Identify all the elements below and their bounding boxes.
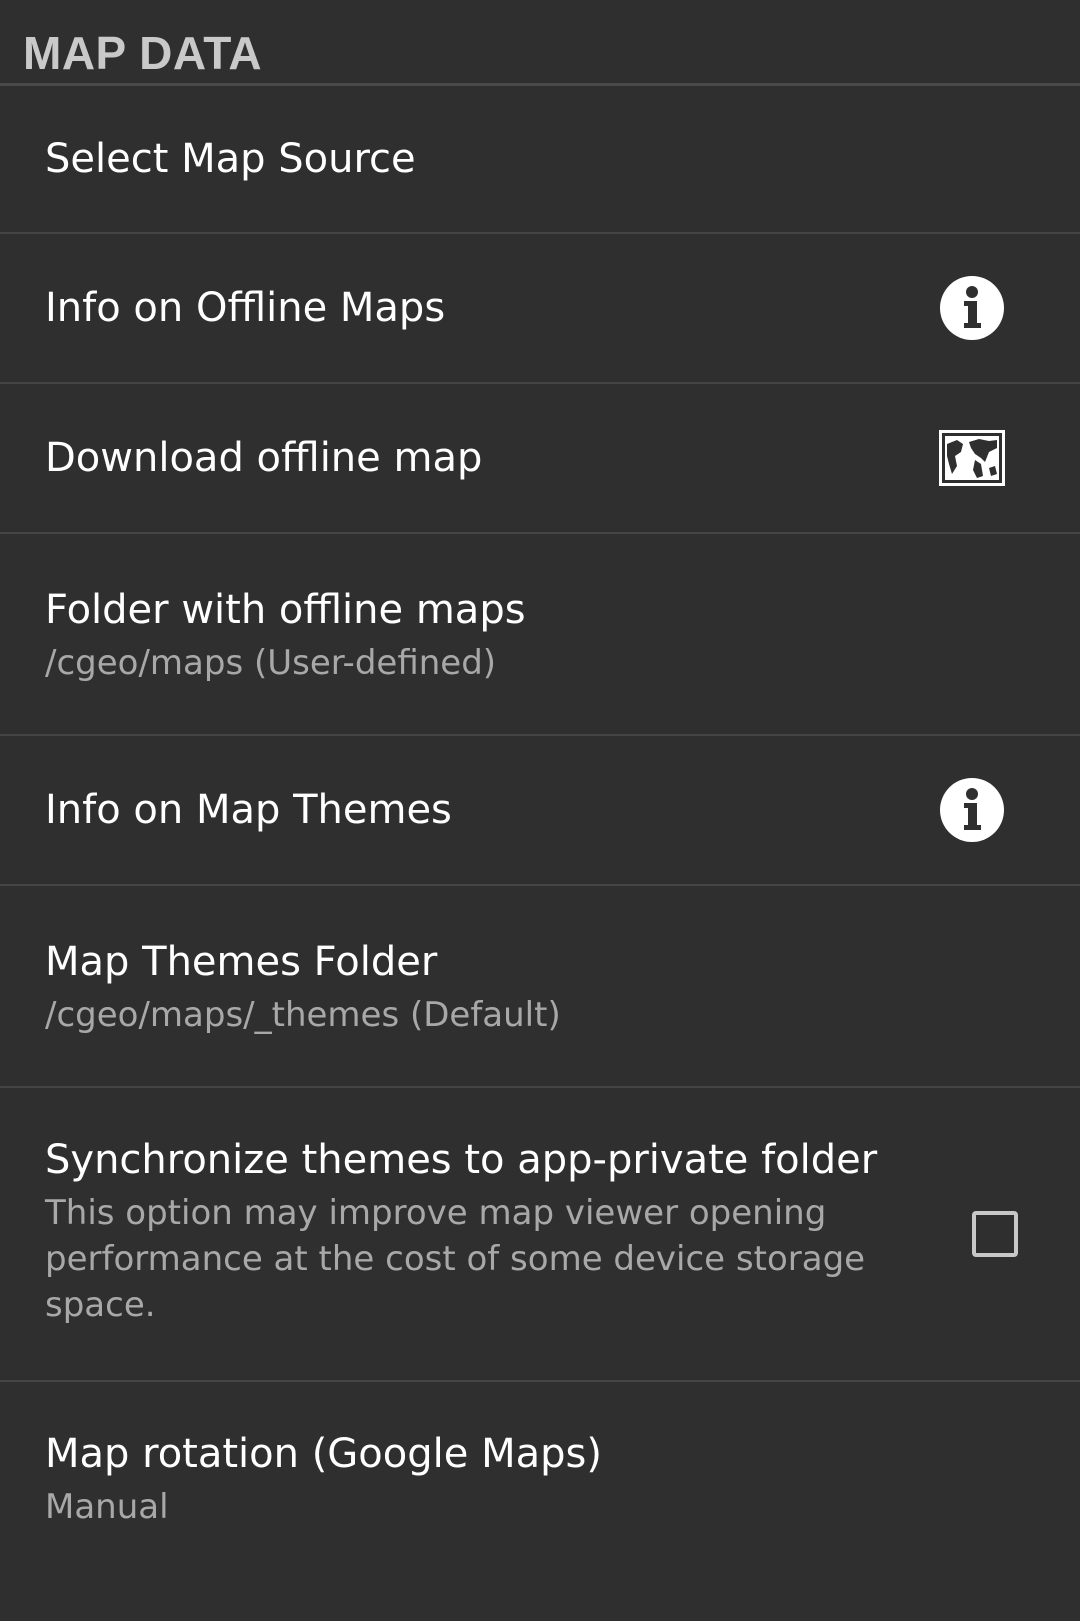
pref-title: Synchronize themes to app-private folder [45, 1137, 878, 1183]
pref-map-rotation[interactable]: Map rotation (Google Maps) Manual [0, 1382, 1080, 1602]
pref-title: Map rotation (Google Maps) [45, 1431, 602, 1477]
pref-title: Info on Offline Maps [45, 285, 446, 331]
info-icon [940, 276, 1004, 340]
pref-info-map-themes[interactable]: Info on Map Themes [0, 736, 1080, 886]
pref-folder-offline-maps[interactable]: Folder with offline maps /cgeo/maps (Use… [0, 534, 1080, 736]
pref-title: Folder with offline maps [45, 587, 526, 633]
pref-summary: This option may improve map viewer openi… [45, 1193, 866, 1325]
section-header-map-data: MAP DATA [0, 0, 1080, 86]
pref-download-offline-map[interactable]: Download offline map [0, 384, 1080, 534]
settings-page: MAP DATA Select Map Source Info on Offli… [0, 0, 1080, 1621]
pref-map-themes-folder[interactable]: Map Themes Folder /cgeo/maps/_themes (De… [0, 886, 1080, 1088]
pref-info-offline-maps[interactable]: Info on Offline Maps [0, 234, 1080, 384]
pref-summary: /cgeo/maps/_themes (Default) [45, 995, 561, 1035]
pref-title: Info on Map Themes [45, 787, 452, 833]
pref-summary: Manual [45, 1487, 169, 1527]
info-icon [940, 778, 1004, 842]
world-map-icon [939, 430, 1005, 486]
pref-title: Select Map Source [45, 136, 416, 182]
pref-select-map-source[interactable]: Select Map Source [0, 86, 1080, 234]
pref-sync-themes[interactable]: Synchronize themes to app-private folder… [0, 1088, 1080, 1382]
pref-summary: /cgeo/maps (User-defined) [45, 643, 497, 683]
sync-themes-checkbox[interactable] [972, 1211, 1018, 1257]
pref-title: Map Themes Folder [45, 939, 438, 985]
pref-title: Download offline map [45, 435, 483, 481]
